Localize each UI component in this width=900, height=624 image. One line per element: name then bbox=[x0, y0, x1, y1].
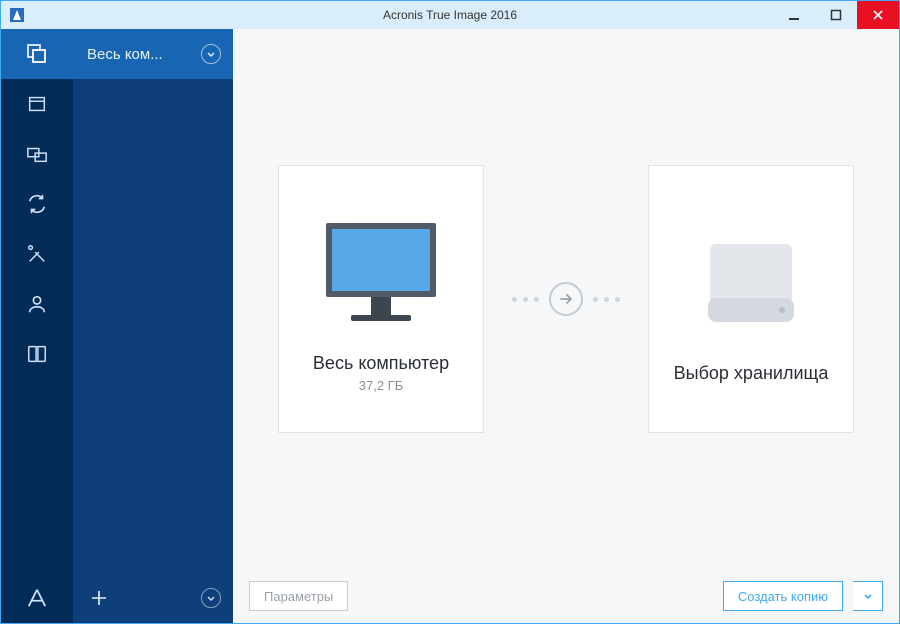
dots-right bbox=[593, 297, 620, 302]
dots-left bbox=[512, 297, 539, 302]
arrow-between bbox=[512, 282, 620, 316]
backup-list-sidebar: Весь ком... bbox=[73, 29, 233, 623]
app-window: Acronis True Image 2016 bbox=[0, 0, 900, 624]
source-card-subtitle: 37,2 ГБ bbox=[359, 378, 403, 393]
arrow-circle-icon bbox=[549, 282, 583, 316]
create-backup-button[interactable]: Создать копию bbox=[723, 581, 843, 611]
options-button-label: Параметры bbox=[264, 589, 333, 604]
backup-item-menu-icon[interactable] bbox=[201, 44, 221, 64]
drive-icon bbox=[696, 214, 806, 354]
backup-list-item-label: Весь ком... bbox=[87, 46, 163, 63]
sidebar-more-button[interactable] bbox=[201, 588, 221, 608]
minimize-button[interactable] bbox=[773, 1, 815, 29]
create-backup-label: Создать копию bbox=[738, 589, 828, 604]
backup-list-item[interactable]: Весь ком... bbox=[73, 29, 233, 79]
app-icon bbox=[7, 5, 27, 25]
add-backup-button[interactable] bbox=[85, 584, 113, 612]
nav-acronis-logo[interactable] bbox=[1, 573, 73, 623]
nav-sync[interactable] bbox=[1, 179, 73, 229]
nav-backup[interactable] bbox=[1, 29, 73, 79]
nav-clone[interactable] bbox=[1, 129, 73, 179]
source-card[interactable]: Весь компьютер 37,2 ГБ bbox=[278, 165, 484, 433]
source-card-title: Весь компьютер bbox=[313, 353, 449, 374]
maximize-button[interactable] bbox=[815, 1, 857, 29]
sidebar-spacer bbox=[73, 79, 233, 573]
main-content: Весь компьютер 37,2 ГБ bbox=[233, 29, 899, 623]
create-backup-dropdown[interactable] bbox=[853, 581, 883, 611]
monitor-icon bbox=[316, 205, 446, 345]
app-body: Весь ком... bbox=[1, 29, 899, 623]
nav-tools[interactable] bbox=[1, 229, 73, 279]
titlebar: Acronis True Image 2016 bbox=[1, 1, 899, 29]
footer: Параметры Создать копию bbox=[233, 569, 899, 623]
close-button[interactable] bbox=[857, 1, 899, 29]
window-controls bbox=[773, 1, 899, 29]
sidebar-bottom bbox=[73, 573, 233, 623]
nav-account[interactable] bbox=[1, 279, 73, 329]
destination-card[interactable]: Выбор хранилища bbox=[648, 165, 854, 433]
window-title: Acronis True Image 2016 bbox=[1, 8, 899, 22]
options-button[interactable]: Параметры bbox=[249, 581, 348, 611]
destination-card-title: Выбор хранилища bbox=[674, 362, 829, 385]
nav-archive[interactable] bbox=[1, 79, 73, 129]
backup-stage: Весь компьютер 37,2 ГБ bbox=[233, 29, 899, 569]
nav-rail bbox=[1, 29, 73, 623]
nav-help[interactable] bbox=[1, 329, 73, 379]
